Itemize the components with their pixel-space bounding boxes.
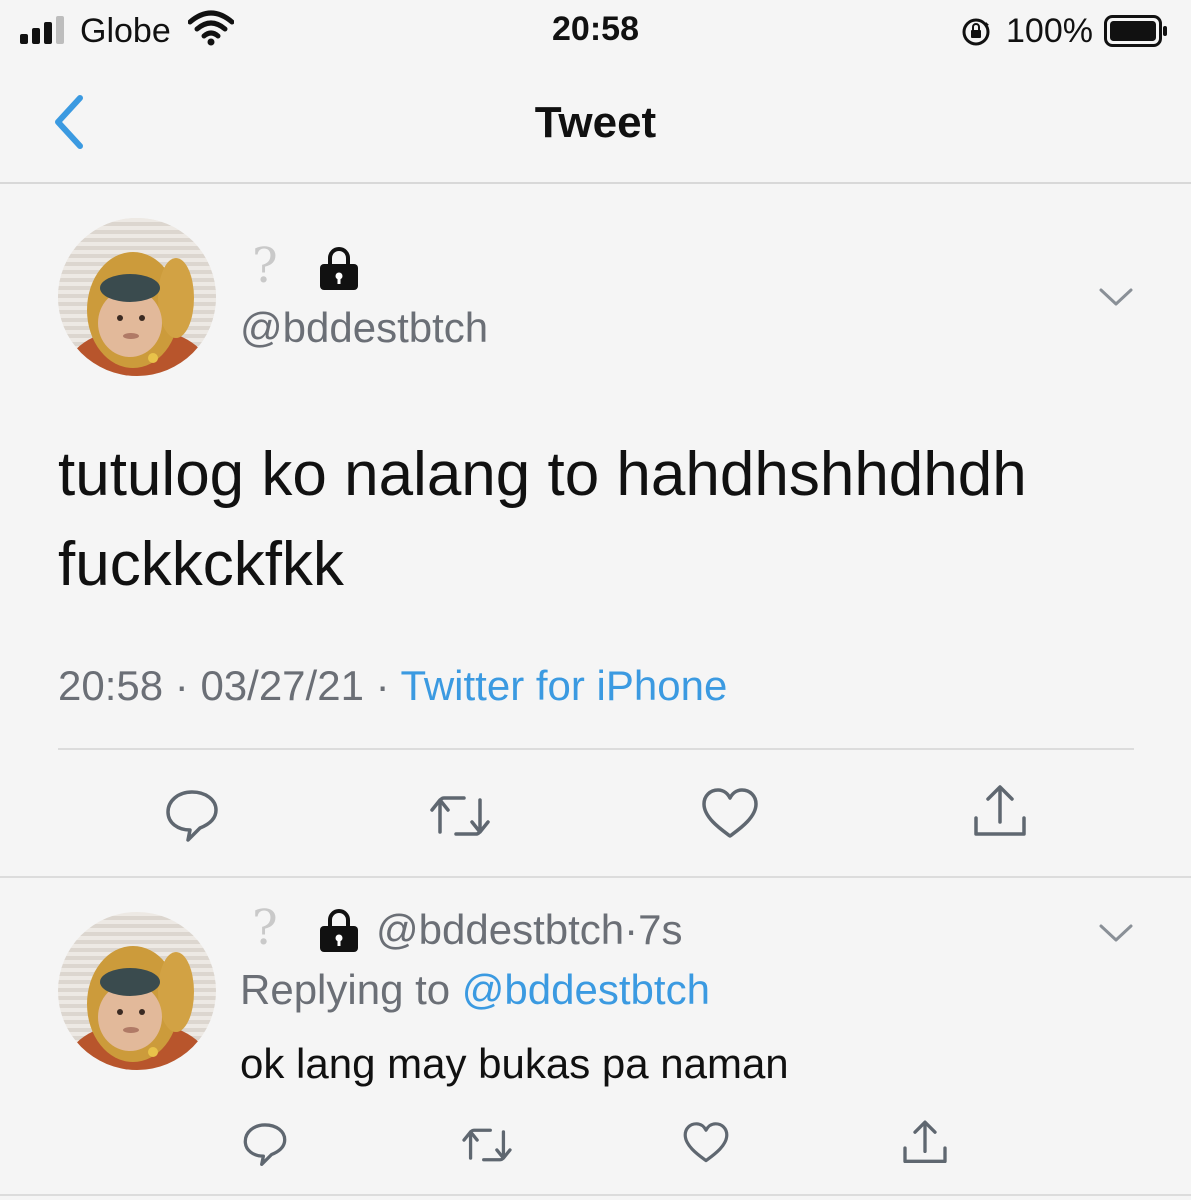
replying-mention-link[interactable]: @bddestbtch [462, 966, 710, 1013]
tweet-time: 20:58 [58, 662, 164, 709]
lock-icon [320, 909, 358, 952]
nav-bar: Tweet [0, 62, 1191, 184]
reply-age: ·7s [624, 906, 683, 953]
section-divider [0, 876, 1191, 878]
like-icon[interactable] [682, 1120, 730, 1166]
tweet-source-link[interactable]: Twitter for iPhone [401, 662, 728, 709]
meta-separator: · [163, 662, 201, 709]
share-icon[interactable] [900, 1118, 950, 1168]
reply-icon[interactable] [242, 1120, 288, 1166]
battery-icon [1104, 15, 1167, 47]
tweet-text: tutulog ko nalang to hahdhshhdhdh fuckkc… [58, 440, 1027, 599]
bottom-divider [0, 1194, 1191, 1196]
lock-icon [320, 247, 358, 290]
retweet-icon[interactable] [460, 1122, 514, 1168]
chevron-down-icon[interactable] [1098, 286, 1134, 308]
battery-percent: 100% [1006, 12, 1093, 50]
chevron-down-icon[interactable] [1098, 922, 1134, 944]
reply-header: @bddestbtch·7s [376, 906, 682, 954]
reply-icon[interactable] [164, 786, 220, 842]
reply-handle[interactable]: @bddestbtch [376, 906, 624, 953]
rotation-lock-icon [962, 18, 990, 46]
reply-avatar[interactable] [58, 912, 216, 1070]
screen: Globe 20:58 100% Tweet ? @bddestbtch tut… [0, 0, 1191, 1200]
tweet-handle[interactable]: @bddestbtch [240, 304, 488, 352]
display-name: ? [252, 238, 278, 294]
replying-label: Replying to [240, 966, 451, 1013]
tweet-meta: 20:58 · 03/27/21 · Twitter for iPhone [58, 662, 727, 710]
share-icon[interactable] [970, 782, 1030, 842]
replying-to: Replying to @bddestbtch [240, 966, 710, 1014]
divider [58, 748, 1134, 750]
reply-text: ok lang may bukas pa naman [240, 1040, 789, 1087]
reply-display-name: ? [252, 900, 278, 956]
page-title: Tweet [534, 98, 657, 147]
like-icon[interactable] [700, 786, 760, 842]
meta-separator: · [363, 662, 401, 709]
status-bar: Globe 20:58 100% [0, 0, 1191, 62]
avatar[interactable] [58, 218, 216, 376]
tweet-date: 03/27/21 [200, 662, 364, 709]
retweet-icon[interactable] [428, 788, 492, 844]
